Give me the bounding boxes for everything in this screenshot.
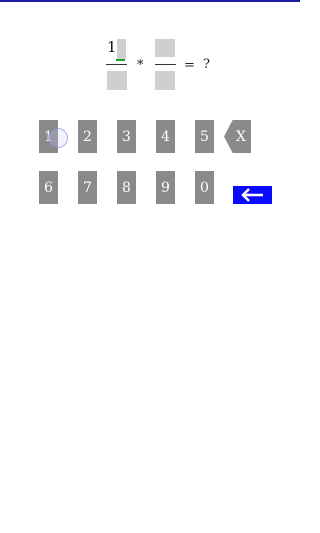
key-6[interactable]: 6 <box>39 171 58 204</box>
fraction1-bar <box>106 64 127 65</box>
fraction1-numerator-box[interactable] <box>117 39 126 59</box>
key-9-label: 9 <box>161 179 170 196</box>
key-3[interactable]: 3 <box>117 120 136 153</box>
top-rule <box>0 0 300 2</box>
key-2-label: 2 <box>83 128 92 145</box>
result-placeholder: ? <box>203 57 210 72</box>
key-2[interactable]: 2 <box>78 120 97 153</box>
key-9[interactable]: 9 <box>156 171 175 204</box>
key-4-label: 4 <box>161 128 170 145</box>
fraction2-denominator-box[interactable] <box>155 71 175 90</box>
touch-indicator <box>48 128 68 148</box>
key-0[interactable]: 0 <box>195 171 214 204</box>
equals-sign: = <box>184 58 195 73</box>
arrow-left-icon <box>241 188 263 202</box>
key-5[interactable]: 5 <box>195 120 214 153</box>
enter-button[interactable] <box>233 186 272 204</box>
fraction1-numerator-value: 1 <box>107 38 117 56</box>
key-8-label: 8 <box>122 179 131 196</box>
key-7-label: 7 <box>83 179 92 196</box>
key-4[interactable]: 4 <box>156 120 175 153</box>
input-cursor <box>116 59 125 61</box>
fraction2-numerator-box[interactable] <box>155 39 175 57</box>
fraction2-bar <box>155 64 176 65</box>
backspace-label: X <box>236 128 246 145</box>
key-0-label: 0 <box>200 179 209 196</box>
key-5-label: 5 <box>200 128 209 145</box>
key-8[interactable]: 8 <box>117 171 136 204</box>
fraction1-denominator-box[interactable] <box>107 71 127 90</box>
key-6-label: 6 <box>44 179 53 196</box>
key-7[interactable]: 7 <box>78 171 97 204</box>
backspace-button[interactable]: X <box>224 120 251 153</box>
key-3-label: 3 <box>122 128 131 145</box>
multiply-operator: * <box>137 58 144 73</box>
